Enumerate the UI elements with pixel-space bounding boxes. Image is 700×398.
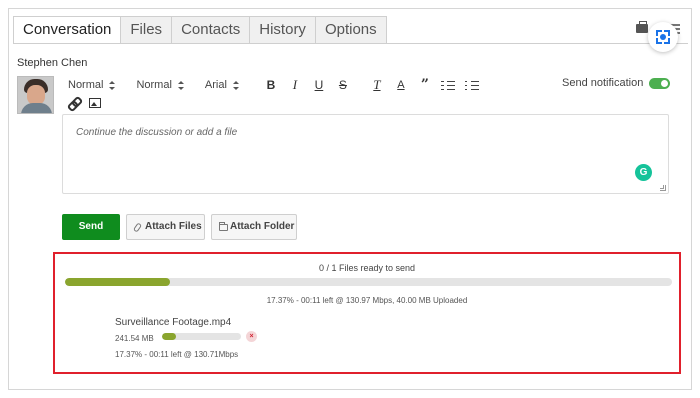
user-name: Stephen Chen: [17, 57, 88, 69]
insert-toolbar: [68, 96, 101, 109]
editor-placeholder: Continue the discussion or add a file: [76, 127, 238, 138]
top-right-icons: [636, 20, 684, 52]
bullet-list-icon[interactable]: [462, 79, 484, 91]
text-color-button[interactable]: A: [390, 79, 412, 91]
upload-progress-panel: 0 / 1 Files ready to send 17.37% - 00:11…: [53, 252, 681, 374]
file-stats: 17.37% - 00:11 left @ 130.71Mbps: [115, 350, 239, 359]
send-notification-toggle[interactable]: [649, 77, 671, 89]
attach-files-label: Attach Files: [145, 221, 202, 232]
font-select[interactable]: Arial: [204, 79, 239, 91]
file-size: 241.54 MB: [115, 334, 154, 343]
message-editor[interactable]: Continue the discussion or add a file G: [62, 114, 669, 194]
scan-button[interactable]: [648, 22, 678, 52]
tab-history[interactable]: History: [249, 16, 316, 43]
send-notification-label: Send notification: [562, 77, 644, 89]
tab-files[interactable]: Files: [120, 16, 173, 43]
paperclip-icon: [132, 222, 143, 233]
ordered-list-icon[interactable]: [438, 79, 460, 91]
select-arrows-icon: [177, 80, 184, 90]
file-progress-fill: [162, 333, 176, 340]
send-notification: Send notification: [562, 77, 671, 89]
tab-options[interactable]: Options: [314, 16, 387, 43]
strike-button[interactable]: S: [332, 78, 354, 92]
size-select[interactable]: Normal: [136, 79, 184, 91]
attach-files-button[interactable]: Attach Files: [126, 214, 205, 240]
font-select-value: Arial: [204, 79, 227, 91]
file-name: Surveillance Footage.mp4: [115, 317, 232, 328]
italic-button[interactable]: I: [284, 77, 306, 93]
avatar-body: [21, 103, 52, 113]
heading-select-value: Normal: [68, 79, 104, 91]
quote-button[interactable]: ”: [414, 77, 436, 93]
select-arrows-icon: [109, 80, 116, 90]
attach-folder-label: Attach Folder: [230, 221, 295, 232]
avatar-face: [27, 85, 45, 105]
grammarly-icon[interactable]: G: [635, 164, 652, 181]
avatar: [17, 76, 54, 114]
resize-handle-icon[interactable]: [660, 185, 666, 191]
cancel-upload-button[interactable]: ×: [246, 331, 257, 342]
bold-button[interactable]: B: [260, 78, 282, 92]
tab-bar: Conversation Files Contacts History Opti…: [13, 16, 387, 44]
folder-icon: [219, 222, 228, 231]
tab-conversation[interactable]: Conversation: [13, 16, 122, 44]
file-progress-track: [162, 333, 241, 340]
link-icon[interactable]: [68, 97, 80, 109]
attach-folder-button[interactable]: Attach Folder: [211, 214, 297, 240]
overall-progress-fill: [65, 278, 171, 286]
image-icon[interactable]: [89, 97, 101, 108]
format-toolbar: Normal Normal Arial B I U S T A ”: [68, 77, 486, 93]
overall-progress-track: [65, 278, 672, 286]
underline-button[interactable]: U: [308, 78, 330, 92]
send-button[interactable]: Send: [62, 214, 120, 240]
size-select-value: Normal: [136, 79, 172, 91]
tab-contacts[interactable]: Contacts: [171, 16, 251, 43]
select-arrows-icon: [232, 80, 239, 90]
scan-dot-icon: [660, 34, 666, 40]
clear-format-button[interactable]: T: [366, 77, 388, 93]
briefcase-icon[interactable]: [636, 21, 648, 33]
tab-divider: [13, 43, 688, 44]
heading-select[interactable]: Normal: [68, 79, 116, 91]
upload-stats: 17.37% - 00:11 left @ 130.97 Mbps, 40.00…: [266, 296, 468, 305]
upload-status: 0 / 1 Files ready to send: [318, 263, 416, 273]
